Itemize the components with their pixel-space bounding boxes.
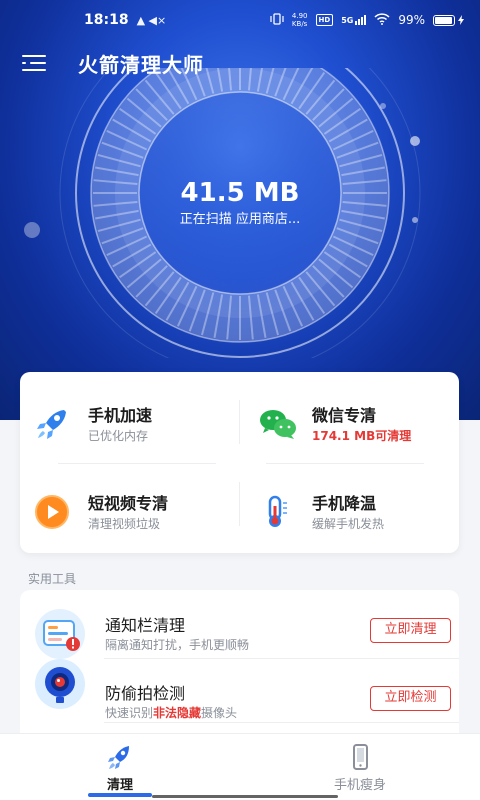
tools-list: 通知栏清理 隔离通知打扰，手机更顺畅 立即清理 防偷拍检测 快速识别非法隐藏摄像… xyxy=(20,590,459,735)
battery-icon xyxy=(433,14,464,26)
rocket-icon xyxy=(108,746,129,769)
rocket-icon xyxy=(37,410,66,439)
tab-clean[interactable]: 清理 xyxy=(0,734,240,800)
list-item[interactable]: 通知栏清理 隔离通知打扰，手机更顺畅 立即清理 xyxy=(20,590,459,659)
clean-now-button[interactable]: 立即清理 xyxy=(370,618,451,643)
tools-section-label: 实用工具 xyxy=(28,572,77,586)
list-item[interactable]: 防偷拍检测 快速识别非法隐藏摄像头 立即检测 xyxy=(20,658,459,724)
notification-icons: ▲ ◀× xyxy=(136,13,167,27)
tab-label: 手机瘦身 xyxy=(333,778,386,793)
desc-text: 摄像头 xyxy=(201,706,238,720)
menu-button[interactable] xyxy=(22,52,50,74)
hd-badge: HD xyxy=(315,14,334,26)
desc-text: 快速识别 xyxy=(105,706,154,720)
net-speed-unit: KB/s xyxy=(291,20,308,28)
tab-phone-slim[interactable]: 手机瘦身 xyxy=(240,734,480,800)
tool-description: 隔离通知打扰，手机更顺畅 xyxy=(105,638,250,652)
play-video-icon xyxy=(35,495,69,529)
app-title: 火箭清理大师 xyxy=(78,53,204,77)
feature-title: 手机加速 xyxy=(88,406,153,425)
scan-status-text: 正在扫描 应用商店... xyxy=(179,212,301,227)
cell-signal-icon: 5G xyxy=(341,15,367,25)
feature-title: 手机降温 xyxy=(312,494,377,513)
vibrate-icon xyxy=(270,12,284,28)
wifi-icon xyxy=(374,12,390,28)
tool-title: 防偷拍检测 xyxy=(105,684,186,703)
desc-highlight: 非法隐藏 xyxy=(153,706,202,720)
signal-label: 5G xyxy=(341,16,354,25)
feature-title: 微信专清 xyxy=(312,406,377,425)
wechat-clean-item[interactable]: 微信专清 174.1 MB可清理 xyxy=(244,372,444,443)
wechat-icon xyxy=(260,410,296,439)
phone-cooling-item[interactable]: 手机降温 缓解手机发热 xyxy=(244,460,444,531)
battery-percent: 99% xyxy=(398,13,425,27)
status-time: 18:18 xyxy=(84,12,129,28)
tool-title: 通知栏清理 xyxy=(105,616,186,635)
hero-panel: 18:18 ▲ ◀× 4.90 KB/s HD 5G 99% 火箭清理大师 41… xyxy=(0,0,480,420)
feature-subtitle: 清理视频垃圾 xyxy=(88,517,161,531)
feature-subtitle: 已优化内存 xyxy=(88,429,149,443)
tool-description: 快速识别非法隐藏摄像头 xyxy=(105,704,237,721)
home-indicator xyxy=(152,795,338,798)
network-speed: 4.90 KB/s xyxy=(292,12,308,28)
app-header: 火箭清理大师 xyxy=(0,46,480,80)
divider xyxy=(104,722,459,723)
divider xyxy=(266,463,424,464)
phone-icon xyxy=(353,744,368,770)
active-tab-indicator xyxy=(88,793,152,797)
divider xyxy=(239,400,240,444)
net-speed-value: 4.90 xyxy=(291,12,308,20)
short-video-clean-item[interactable]: 短视频专清 清理视频垃圾 xyxy=(20,460,220,531)
detect-now-button[interactable]: 立即检测 xyxy=(370,686,451,711)
menu-icon xyxy=(22,55,46,57)
feature-subtitle: 174.1 MB可清理 xyxy=(312,429,412,443)
phone-boost-item[interactable]: 手机加速 已优化内存 xyxy=(20,372,220,443)
status-bar: 18:18 ▲ ◀× 4.90 KB/s HD 5G 99% xyxy=(0,0,480,40)
divider xyxy=(58,463,216,464)
divider xyxy=(239,482,240,526)
feature-title: 短视频专清 xyxy=(88,494,169,513)
camera-detect-icon xyxy=(35,659,85,709)
thermometer-icon xyxy=(268,495,287,527)
tab-label: 清理 xyxy=(106,778,133,793)
feature-subtitle: 缓解手机发热 xyxy=(312,517,385,531)
bottom-nav: 清理 手机瘦身 xyxy=(0,733,480,800)
feature-card: 手机加速 已优化内存 微信专清 174.1 MB可清理 短视频专清 清理视频垃圾 xyxy=(20,372,459,553)
scan-size-value: 41.5 MB xyxy=(180,178,300,208)
notification-clean-icon xyxy=(35,609,85,659)
